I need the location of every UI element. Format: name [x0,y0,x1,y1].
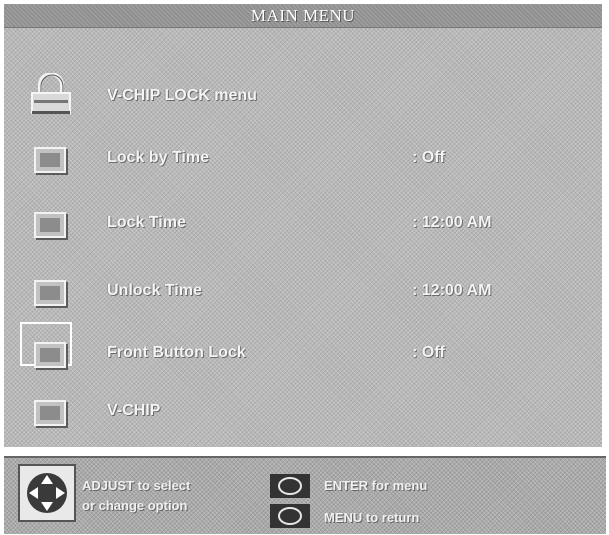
adjust-hint-line1: ADJUST to select [82,478,191,493]
menu-item-lock-time[interactable]: Lock Time : 12:00 AM [4,198,602,248]
menu-item-vchip[interactable]: V-CHIP [4,386,602,436]
help-footer: ADJUST to select or change option ENTER … [4,456,606,534]
menu-item-lock-by-time[interactable]: Lock by Time : Off [4,133,602,183]
main-menu-panel: MAIN MENU V-CHIP LOCK menu Lock by Time … [4,4,602,447]
menu-item-vchip-lock-menu[interactable]: V-CHIP LOCK menu [4,71,602,121]
menu-item-value: : 12:00 AM [412,282,492,299]
dpad-arrows-icon [18,464,76,522]
menu-hint: MENU to return [324,510,420,525]
title-bar: MAIN MENU [4,5,602,28]
menu-item-unlock-time[interactable]: Unlock Time : 12:00 AM [4,266,602,316]
menu-item-value: : Off [412,344,445,361]
checkbox-icon [28,274,70,308]
enter-button-icon [270,474,310,498]
menu-item-label: V-CHIP LOCK menu [107,87,257,104]
checkbox-icon [28,141,70,175]
menu-title: MAIN MENU [250,6,356,25]
menu-item-label: Lock by Time [107,149,209,166]
enter-hint: ENTER for menu [324,478,428,493]
menu-item-front-button-lock[interactable]: Front Button Lock : Off [4,322,602,378]
menu-item-label: V-CHIP [107,402,161,419]
adjust-hint-line2: or change option [82,498,188,513]
menu-item-value: : 12:00 AM [412,214,492,231]
checkbox-icon [28,394,70,428]
menu-item-value: : Off [412,149,445,166]
padlock-icon [31,73,71,114]
menu-item-label: Unlock Time [107,282,202,299]
menu-item-label: Lock Time [107,214,186,231]
menu-item-label: Front Button Lock [107,344,246,361]
menu-button-icon [270,504,310,528]
checkbox-icon [28,206,70,240]
checkbox-icon [28,336,70,370]
